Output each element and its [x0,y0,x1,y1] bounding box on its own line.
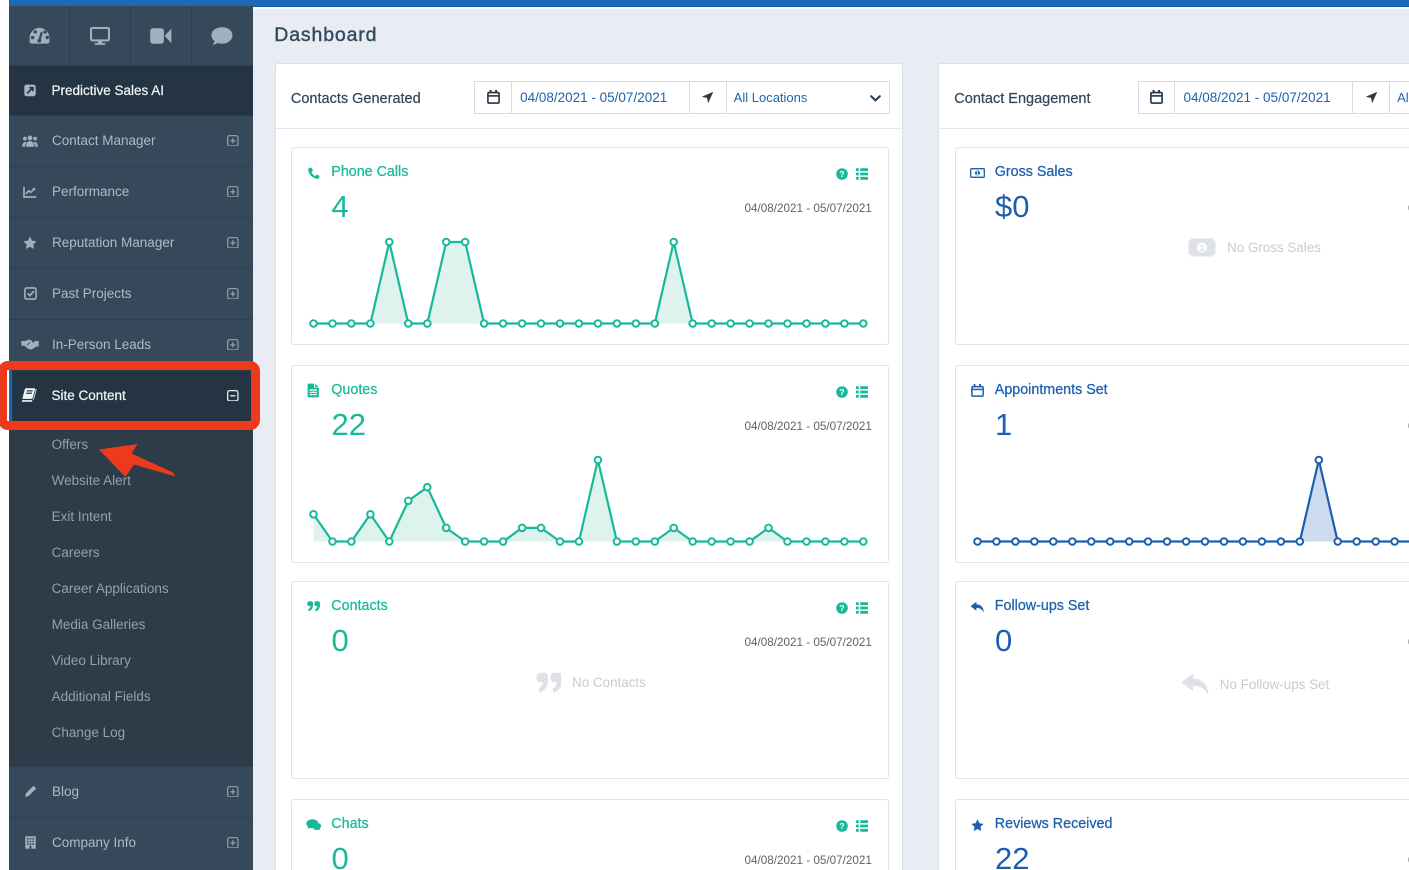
svg-text:?: ? [839,169,844,179]
svg-text:1: 1 [976,170,979,176]
svg-text:1: 1 [1199,243,1205,254]
svg-text:?: ? [839,821,844,831]
svg-text:?: ? [839,603,844,613]
svg-text:?: ? [839,387,844,397]
